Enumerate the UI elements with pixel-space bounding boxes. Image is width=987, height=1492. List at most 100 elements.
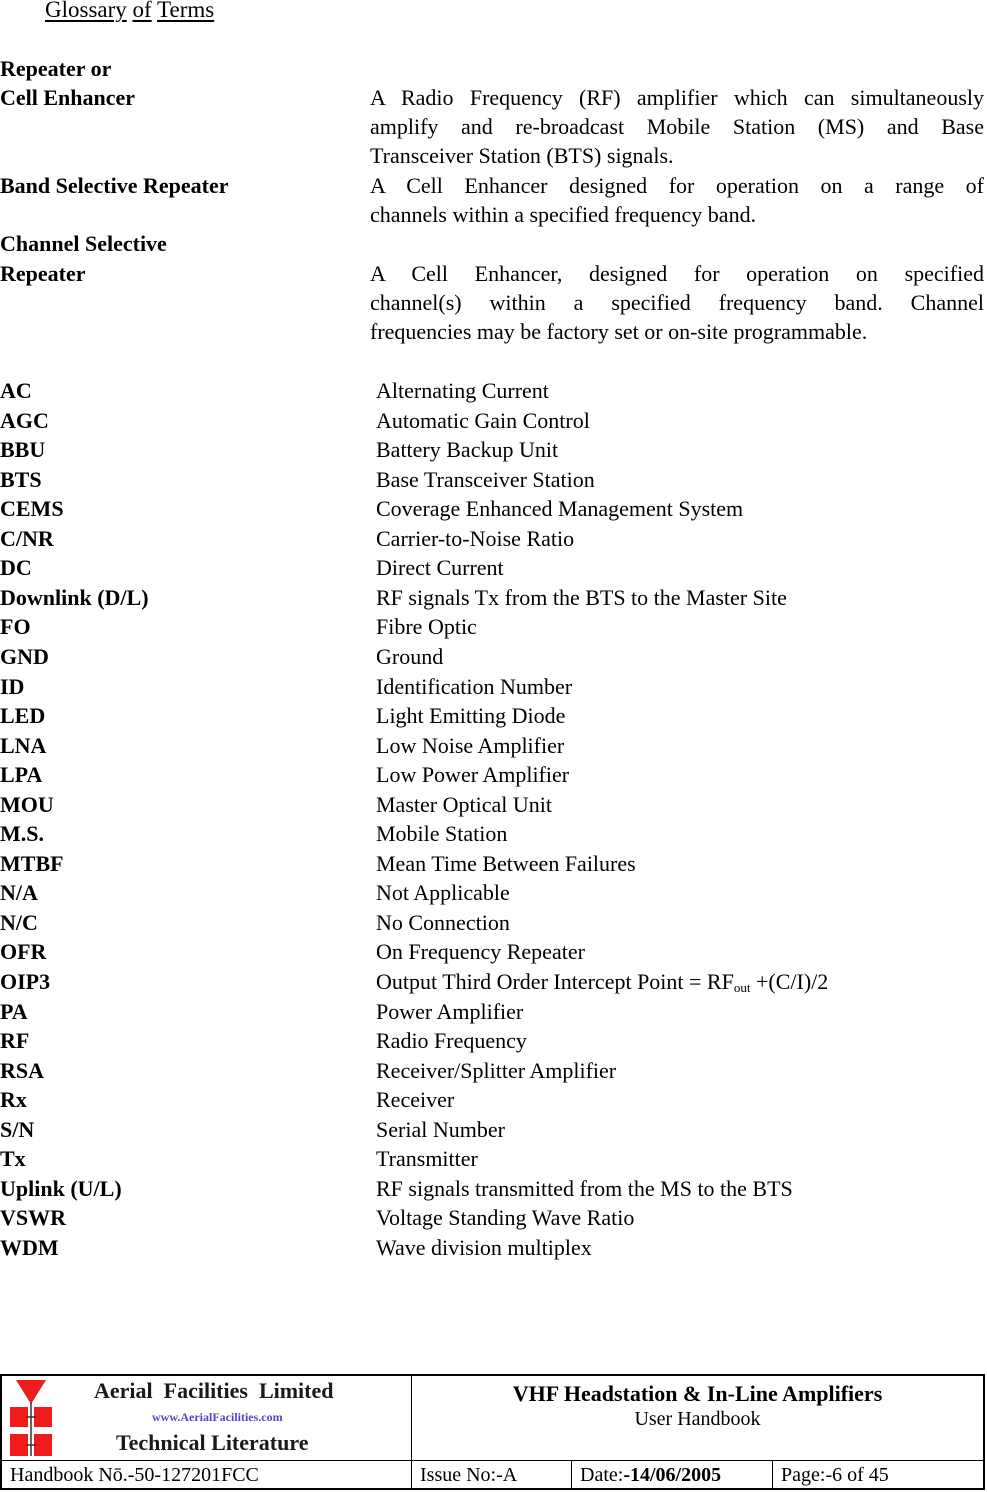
meaning-subscript: out xyxy=(733,980,751,995)
abbreviation-row: AGC Automatic Gain Control xyxy=(0,406,985,436)
company-logo-block: Aerial Facilities Limited www.AerialFaci… xyxy=(2,1376,412,1461)
meaning-text-after: +(C/I)/2 xyxy=(750,969,829,994)
abbreviation-term: WDM xyxy=(0,1234,59,1260)
abbreviation-term: CEMS xyxy=(0,496,64,522)
meaning-text: No Connection xyxy=(376,909,510,935)
abbreviation-term: MOU xyxy=(0,791,54,817)
abbreviation-row: RSA Receiver/Splitter Amplifier xyxy=(0,1056,985,1086)
page-label: Page: xyxy=(781,1464,826,1486)
heading-word: of xyxy=(132,0,152,22)
definition-text: A Cell Enhancer, designed for operation … xyxy=(370,259,984,346)
abbreviation-row: MTBF Mean Time Between Failures xyxy=(0,849,985,879)
abbreviation-meaning: Light Emitting Diode xyxy=(376,701,565,730)
abbreviation-term: PA xyxy=(0,998,28,1024)
abbreviation-meaning: Master Optical Unit xyxy=(376,790,552,819)
page-heading: Glossary of Terms xyxy=(45,0,214,24)
abbreviation-term: LPA xyxy=(0,762,43,788)
date-value: -14/06/2005 xyxy=(623,1464,722,1486)
abbreviation-term: Tx xyxy=(0,1146,26,1172)
abbreviation-meaning: Battery Backup Unit xyxy=(376,435,558,464)
abbreviation-row: BBU Battery Backup Unit xyxy=(0,435,985,465)
meaning-text: On Frequency Repeater xyxy=(376,939,585,965)
abbreviation-row: Rx Receiver xyxy=(0,1085,985,1115)
meaning-text: Ground xyxy=(376,643,444,669)
meaning-text: Coverage Enhanced Management System xyxy=(376,496,744,522)
definition-line: channels within a specified frequency ba… xyxy=(370,202,757,227)
abbreviation-term: N/C xyxy=(0,909,38,935)
abbreviation-meaning: Serial Number xyxy=(376,1115,505,1144)
abbreviation-row: BTS Base Transceiver Station xyxy=(0,465,985,495)
definition-line: A Cell Enhancer designed for operation o… xyxy=(370,173,984,198)
abbreviation-term: AGC xyxy=(0,407,49,433)
abbreviation-row: Tx Transmitter xyxy=(0,1144,985,1174)
abbreviation-term: BBU xyxy=(0,437,46,463)
definition-line: amplify and re-broadcast Mobile Station … xyxy=(370,114,984,139)
meaning-text: RF signals transmitted from the MS to th… xyxy=(376,1175,793,1201)
abbreviation-row: S/N Serial Number xyxy=(0,1115,985,1145)
abbreviation-meaning: No Connection xyxy=(376,908,510,937)
company-name: Aerial Facilities Limited xyxy=(94,1378,334,1403)
heading-word: Glossary xyxy=(45,0,127,22)
definition-term: Repeater or xyxy=(0,56,112,81)
meaning-text: Transmitter xyxy=(376,1146,478,1172)
definition-entry: Band Selective Repeater A Cell Enhancer … xyxy=(0,171,985,231)
abbreviation-meaning: Mobile Station xyxy=(376,819,507,848)
abbreviation-row: Uplink (U/L) RF signals transmitted from … xyxy=(0,1174,985,1204)
abbreviation-row: AC Alternating Current xyxy=(0,376,985,406)
abbreviation-term: ID xyxy=(0,673,25,699)
meaning-text: Output Third Order Intercept Point = RF xyxy=(376,969,734,994)
abbreviation-term: OFR xyxy=(0,939,47,965)
definition-line: Transceiver Station (BTS) signals. xyxy=(370,143,674,168)
abbreviation-meaning: Ground xyxy=(376,642,443,671)
abbreviation-row: VSWR Voltage Standing Wave Ratio xyxy=(0,1203,985,1233)
meaning-text: Automatic Gain Control xyxy=(376,407,590,433)
abbreviation-term: Rx xyxy=(0,1087,27,1113)
meaning-text: Alternating Current xyxy=(376,378,549,403)
product-subtitle: User Handbook xyxy=(634,1408,761,1430)
abbreviation-meaning: Alternating Current xyxy=(376,376,549,405)
abbreviation-meaning: Receiver xyxy=(376,1085,454,1114)
abbreviation-meaning: Low Noise Amplifier xyxy=(376,731,564,760)
meaning-text: Light Emitting Diode xyxy=(376,703,566,729)
issue-date: Date:-14/06/2005 xyxy=(572,1461,773,1490)
meaning-text: Direct Current xyxy=(376,555,504,581)
abbreviation-term: C/NR xyxy=(0,525,54,551)
meaning-text: Fibre Optic xyxy=(376,614,477,640)
definition-term: Band Selective Repeater xyxy=(0,173,229,198)
abbreviation-meaning: Not Applicable xyxy=(376,878,510,907)
abbreviation-row: N/C No Connection xyxy=(0,908,985,938)
definition-line: frequencies may be factory set or on-sit… xyxy=(370,319,868,344)
abbreviation-term: DC xyxy=(0,555,32,581)
abbreviation-row: OFR On Frequency Repeater xyxy=(0,937,985,967)
meaning-text: Battery Backup Unit xyxy=(376,437,559,463)
company-logo-icon xyxy=(10,1380,52,1456)
product-title: VHF Headstation & In-Line Amplifiers xyxy=(512,1381,883,1406)
meaning-text: Low Power Amplifier xyxy=(376,762,570,788)
abbreviation-row: PA Power Amplifier xyxy=(0,997,985,1027)
meaning-text: Base Transceiver Station xyxy=(376,466,595,492)
abbreviation-meaning: Automatic Gain Control xyxy=(376,406,590,435)
abbreviation-row: LPA Low Power Amplifier xyxy=(0,760,985,790)
abbreviation-row: MOU Master Optical Unit xyxy=(0,790,985,820)
abbreviation-row: DC Direct Current xyxy=(0,553,985,583)
abbreviation-row: Downlink (D/L) RF signals Tx from the BTS… xyxy=(0,583,985,613)
meaning-text: Radio Frequency xyxy=(376,1028,527,1054)
meaning-text: Master Optical Unit xyxy=(376,791,552,817)
definition-term: Repeater xyxy=(0,261,86,286)
meaning-text: Wave division multiplex xyxy=(376,1234,592,1260)
abbreviation-term: Downlink (D/L) xyxy=(0,584,149,610)
abbreviation-meaning: RF signals Tx from the BTS to the Master… xyxy=(376,583,787,612)
abbreviation-meaning: Voltage Standing Wave Ratio xyxy=(376,1203,634,1232)
meaning-text: Identification Number xyxy=(376,673,573,699)
abbreviation-term: FO xyxy=(0,614,31,640)
page-value: -6 of 45 xyxy=(825,1464,889,1486)
abbreviation-term: M.S. xyxy=(0,821,44,847)
abbreviation-row: RF Radio Frequency xyxy=(0,1026,985,1056)
meaning-text: RF signals Tx from the BTS to the Master… xyxy=(376,584,787,610)
abbreviation-row: M.S. Mobile Station xyxy=(0,819,985,849)
abbreviation-meaning: Power Amplifier xyxy=(376,997,523,1026)
issue-number: Issue No:-A xyxy=(412,1461,572,1490)
definition-line: A Radio Frequency (RF) amplifier which c… xyxy=(370,85,984,110)
product-title-block: VHF Headstation & In-Line Amplifiers Use… xyxy=(412,1376,983,1461)
abbreviation-meaning: Radio Frequency xyxy=(376,1026,527,1055)
